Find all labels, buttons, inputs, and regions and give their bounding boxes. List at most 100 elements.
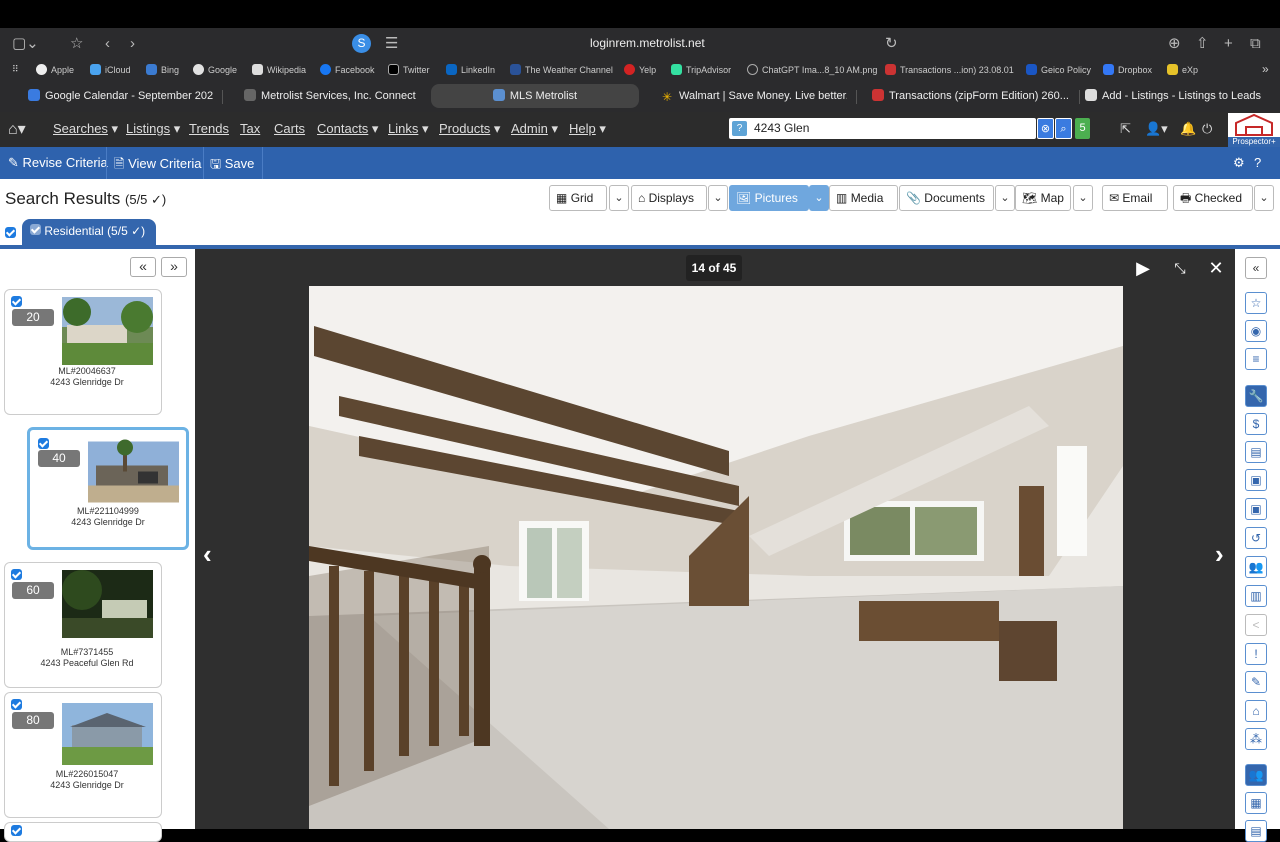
media-view-button[interactable]: ▥ Media (829, 185, 898, 211)
menu-links[interactable]: Links ▾ (388, 121, 429, 137)
play-slideshow-icon[interactable]: ▶ (1132, 257, 1154, 279)
map-view-button[interactable]: 🗺 Map (1015, 185, 1071, 211)
list-item-selected[interactable]: 40 ML#221104999 4243 Glenridge Dr (27, 427, 189, 550)
fav-geico[interactable]: Geico Policy (1026, 64, 1091, 75)
group-icon[interactable]: ⁂ (1245, 728, 1267, 750)
map-folded-icon[interactable]: ▥ (1245, 585, 1267, 607)
tab-residential[interactable]: Residential (5/5 ✓) (22, 219, 156, 245)
tab-zipform[interactable]: Transactions (zipForm Edition) 260... (872, 84, 1072, 108)
menu-trends[interactable]: Trends (189, 121, 229, 136)
previous-photo-arrow[interactable]: ‹ (203, 539, 212, 570)
list-lines-icon[interactable]: ≡ (1245, 348, 1267, 370)
displays-dropdown-caret[interactable]: ⌄ (708, 185, 728, 211)
fav-icloud[interactable]: iCloud (90, 64, 131, 75)
people-icon[interactable]: 👥 (1245, 556, 1267, 578)
back-icon[interactable]: ‹ (105, 34, 110, 54)
checked-print-button[interactable]: 🖶 Checked (1173, 185, 1253, 211)
fav-transactions[interactable]: Transactions ...ion) 23.08.01 (885, 64, 1014, 75)
favorites-grid-icon[interactable]: ⠿ (12, 64, 19, 75)
favorite-star-icon[interactable]: ☆ (1245, 292, 1267, 314)
pictures-dropdown-caret[interactable]: ⌄ (809, 185, 829, 211)
listing-checkbox[interactable] (11, 825, 22, 836)
close-viewer-icon[interactable]: ✕ (1205, 257, 1227, 279)
history-icon[interactable]: ↺ (1245, 527, 1267, 549)
id-card-2-icon[interactable]: ▣ (1245, 498, 1267, 520)
id-card-icon[interactable]: ▣ (1245, 469, 1267, 491)
list-item[interactable]: 60 ML#7371455 4243 Peaceful Glen Rd (4, 562, 162, 688)
listing-thumbnail[interactable] (88, 438, 179, 506)
menu-searches[interactable]: Searches ▾ (53, 121, 118, 137)
prospector-logo[interactable]: Prospector+ (1228, 113, 1280, 147)
save-button[interactable]: 🖫 Save (210, 155, 254, 177)
listing-thumbnail[interactable] (62, 570, 153, 638)
menu-tax[interactable]: Tax (240, 121, 260, 136)
fav-facebook[interactable]: Facebook (320, 64, 375, 75)
user-menu-icon[interactable]: 👤▾ (1145, 121, 1168, 137)
fav-google[interactable]: Google (193, 64, 237, 75)
checked-dropdown-caret[interactable]: ⌄ (1254, 185, 1274, 211)
notifications-bell-icon[interactable]: 🔔 (1180, 121, 1196, 137)
extension-icon[interactable]: S (352, 34, 371, 53)
settings-gear-icon[interactable]: ⚙ (1233, 155, 1245, 171)
help-question-icon[interactable]: ? (732, 121, 747, 136)
page-menu-icon[interactable]: ☰ (385, 34, 398, 54)
new-tab-icon[interactable]: + (1224, 34, 1233, 54)
listing-checkbox[interactable] (11, 569, 22, 580)
grid-dropdown-caret[interactable]: ⌄ (609, 185, 629, 211)
menu-help[interactable]: Help ▾ (569, 121, 606, 137)
fav-apple[interactable]: Apple (36, 64, 74, 75)
dollar-icon[interactable]: $ (1245, 413, 1267, 435)
view-criteria-button[interactable]: 🗎 View Criteria (114, 155, 202, 177)
tab-walmart[interactable]: ✳ Walmart | Save Money. Live better. (662, 84, 847, 108)
expand-right-button[interactable]: » (161, 257, 187, 277)
tab-metrolist-connect[interactable]: Metrolist Services, Inc. Connect (244, 84, 424, 108)
list-item[interactable] (4, 822, 162, 842)
tab-checkbox[interactable] (30, 224, 41, 235)
power-logout-icon[interactable]: ⏻ (1202, 121, 1212, 137)
tab-google-calendar[interactable]: Google Calendar - September 2026 (28, 84, 213, 108)
contacts-people-icon[interactable]: 👥 (1245, 764, 1267, 786)
tab-mls-metrolist[interactable]: MLS Metrolist (431, 84, 639, 108)
star-icon[interactable]: ☆ (70, 34, 83, 54)
calendar-export-icon[interactable]: ▦ (1245, 792, 1267, 814)
fav-bing[interactable]: Bing (146, 64, 179, 75)
fav-exp[interactable]: eXp (1167, 64, 1198, 75)
help-circle-icon[interactable]: ? (1254, 155, 1261, 170)
favorites-overflow-icon[interactable]: » (1262, 62, 1269, 76)
fav-twitter[interactable]: Twitter (388, 64, 430, 75)
quick-search-input[interactable]: ? 4243 Glen (729, 118, 1036, 139)
listing-checkbox[interactable] (11, 296, 22, 307)
house-details-icon[interactable]: ⌂ (1245, 700, 1267, 722)
menu-carts[interactable]: Carts (274, 121, 305, 136)
documents-view-button[interactable]: 📎 Documents (899, 185, 994, 211)
fav-wikipedia[interactable]: Wikipedia (252, 64, 306, 75)
displays-view-button[interactable]: ⌂ Displays (631, 185, 707, 211)
fav-tripadvisor[interactable]: TripAdvisor (671, 64, 731, 75)
search-count-badge[interactable]: 5 (1075, 118, 1090, 139)
documents-dropdown-caret[interactable]: ⌄ (995, 185, 1015, 211)
eye-view-icon[interactable]: ◉ (1245, 320, 1267, 342)
alert-circle-icon[interactable]: ! (1245, 643, 1267, 665)
download-icon[interactable]: ⊕ (1168, 34, 1181, 54)
fav-chatgpt[interactable]: ChatGPT Ima...8_10 AM.png (747, 64, 877, 75)
menu-contacts[interactable]: Contacts ▾ (317, 121, 378, 137)
map-dropdown-caret[interactable]: ⌄ (1073, 185, 1093, 211)
list-item[interactable]: 20 ML#20046637 4243 Glenridge Dr (4, 289, 162, 415)
fav-dropbox[interactable]: Dropbox (1103, 64, 1152, 75)
tools-wrench-icon[interactable]: 🔧 (1245, 385, 1267, 407)
fav-linkedin[interactable]: LinkedIn (446, 64, 495, 75)
address-bar-url[interactable]: loginrem.metrolist.net (590, 36, 705, 50)
home-icon[interactable]: ⌂▾ (8, 119, 26, 139)
document-report-icon[interactable]: ▤ (1245, 441, 1267, 463)
fav-yelp[interactable]: Yelp (624, 64, 656, 75)
external-link-icon[interactable]: ⇱ (1120, 121, 1131, 137)
sidebar-toggle-icon[interactable]: ▢⌄ (12, 34, 39, 54)
tab-listings-to-leads[interactable]: Add - Listings - Listings to Leads (1085, 84, 1270, 108)
list-item[interactable]: 80 ML#226015047 4243 Glenridge Dr (4, 692, 162, 818)
email-button[interactable]: ✉ Email (1102, 185, 1168, 211)
forward-icon[interactable]: › (130, 34, 135, 54)
listing-thumbnail[interactable] (62, 297, 153, 365)
select-all-checkbox[interactable] (5, 227, 16, 238)
listing-checkbox[interactable] (11, 699, 22, 710)
listing-photo[interactable] (309, 286, 1123, 829)
